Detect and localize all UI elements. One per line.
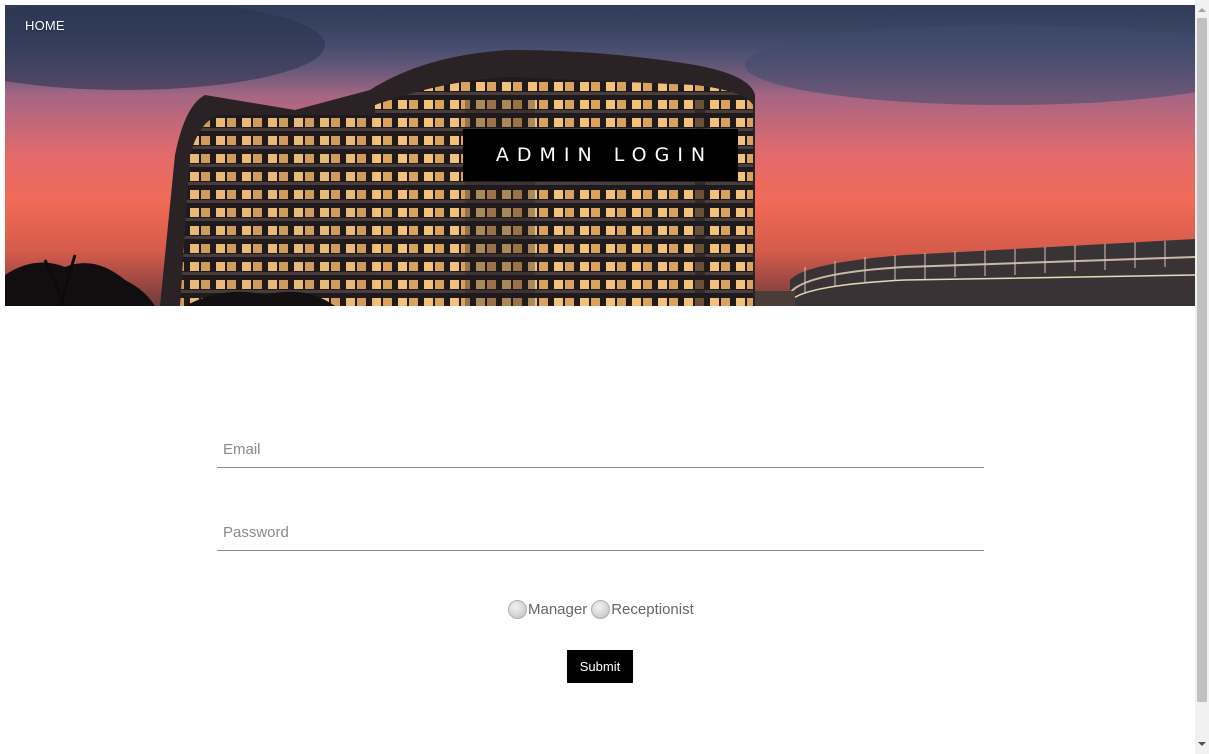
- submit-button[interactable]: Submit: [567, 650, 633, 683]
- home-link[interactable]: HOME: [25, 18, 65, 33]
- receptionist-radio[interactable]: [591, 599, 611, 619]
- hero-banner: HOME ADMIN LOGIN: [5, 5, 1195, 306]
- vertical-scrollbar[interactable]: [1195, 0, 1209, 754]
- role-radio-group: Manager Receptionist: [508, 598, 698, 620]
- email-field[interactable]: [217, 432, 984, 468]
- receptionist-radio-label[interactable]: Receptionist: [611, 601, 694, 618]
- page-title: ADMIN LOGIN: [495, 144, 714, 166]
- manager-radio[interactable]: [508, 599, 527, 619]
- scroll-up-arrow-icon[interactable]: [1198, 8, 1206, 12]
- scroll-thumb[interactable]: [1197, 18, 1207, 702]
- password-field[interactable]: [217, 515, 984, 551]
- manager-radio-label[interactable]: Manager: [528, 601, 587, 618]
- page-title-box: ADMIN LOGIN: [463, 129, 738, 181]
- scroll-down-arrow-icon[interactable]: [1198, 742, 1206, 746]
